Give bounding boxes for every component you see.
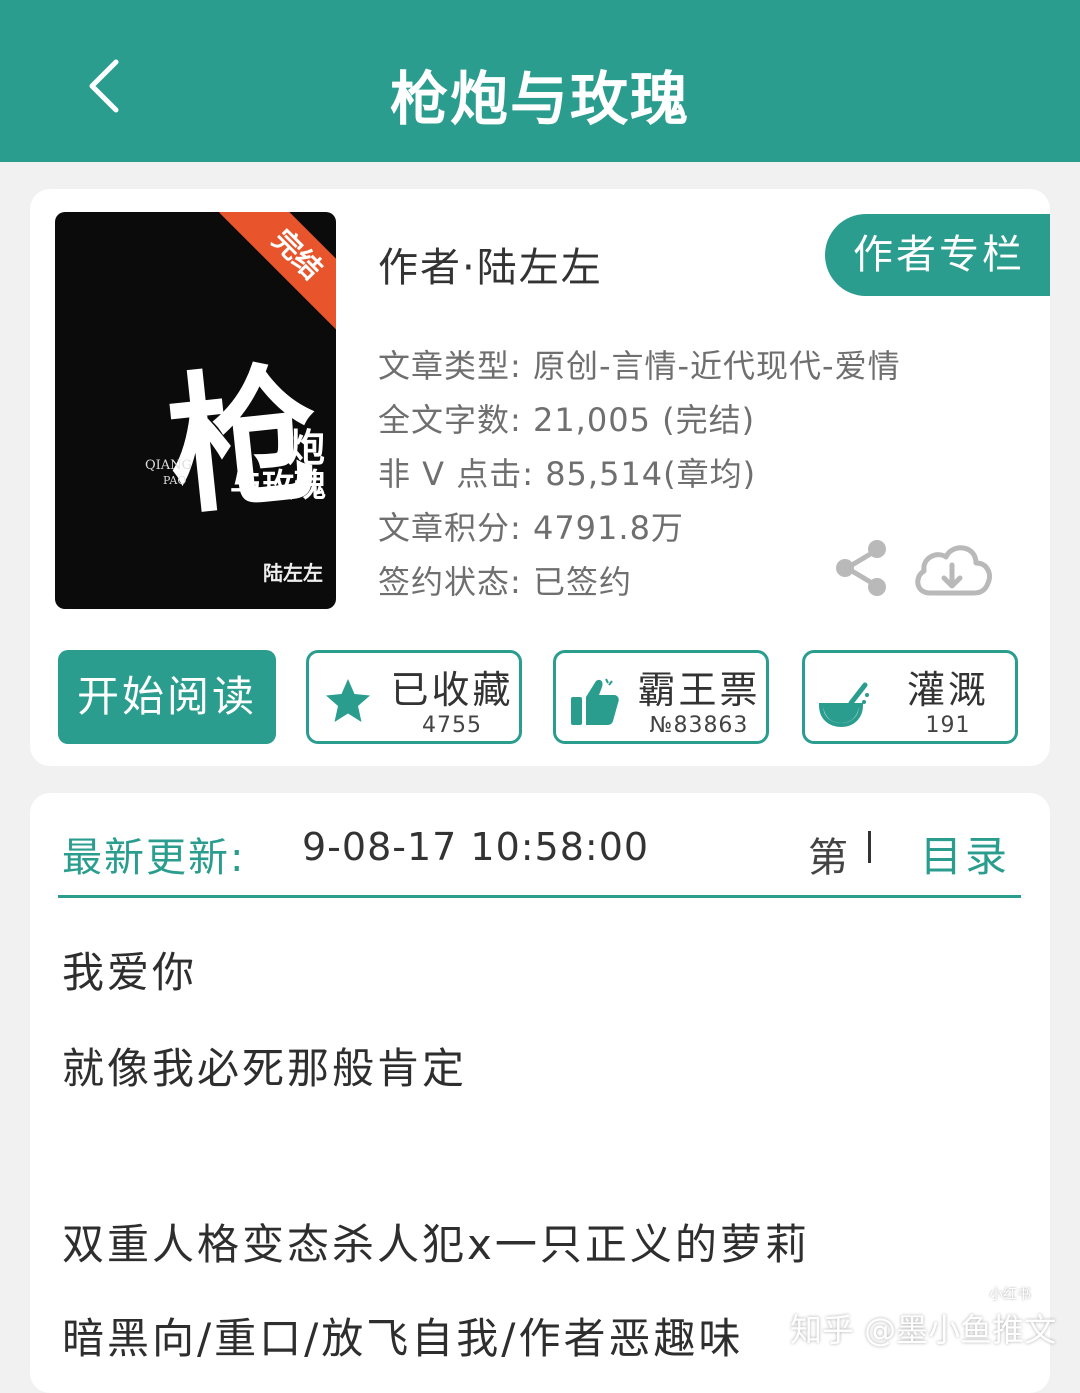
page-title: 枪炮与玫瑰 (389, 65, 690, 133)
divider (868, 831, 871, 863)
share-icon[interactable] (833, 538, 889, 598)
meta-genre: 文章类型: 原创-言情-近代现代-爱情 (378, 347, 901, 385)
cover-title-line: 与玫瑰 (230, 466, 327, 504)
catalog-link[interactable]: 目录 (920, 823, 1010, 884)
description-line: 暗黑向/重口/放飞自我/作者恶趣味 (62, 1314, 744, 1363)
chapter-indicator: 第 (808, 835, 848, 881)
tyrant-ticket-label: 霸王票 (637, 668, 761, 712)
irrigate-count: 191 (925, 713, 971, 738)
meta-clicks: 非 V 点击: 85,514(章均) (378, 455, 757, 493)
description-line: 我爱你 (62, 948, 198, 997)
thumbs-up-icon (571, 678, 619, 725)
section-divider (58, 895, 1021, 898)
tyrant-ticket-count: №83863 (649, 713, 749, 738)
meta-score: 文章积分: 4791.8万 (378, 509, 684, 547)
irrigate-button[interactable]: 灌溉 191 (802, 650, 1018, 744)
book-info-card: 完结 枪 炮 与玫瑰 QIANG PAO 陆左左 作者·陆左左 作者专栏 文章类… (30, 189, 1050, 766)
top-bar: 枪炮与玫瑰 (0, 0, 1080, 162)
tyrant-ticket-button[interactable]: 霸王票 №83863 (553, 650, 769, 744)
latest-update-time[interactable]: 9-08-17 10:58:00 (302, 825, 649, 869)
author-column-button[interactable]: 作者专栏 (825, 214, 1050, 296)
cover-author: 陆左左 (263, 561, 323, 585)
download-icon[interactable] (910, 537, 994, 601)
favorite-label: 已收藏 (390, 668, 514, 712)
description-line: 就像我必死那般肯定 (62, 1044, 468, 1093)
summary-card: 最新更新: 9-08-17 10:58:00 第 目录 我爱你 就像我必死那般肯… (30, 793, 1050, 1393)
irrigate-label: 灌溉 (906, 668, 989, 712)
book-cover[interactable]: 完结 枪 炮 与玫瑰 QIANG PAO 陆左左 (55, 212, 336, 609)
favorite-button[interactable]: 已收藏 4755 (306, 650, 522, 744)
description-line: 双重人格变态杀人犯x一只正义的萝莉 (62, 1220, 810, 1269)
watering-icon (818, 682, 869, 728)
watermark: 知乎 @墨小鱼推文 (790, 1311, 1057, 1349)
author-name[interactable]: 作者·陆左左 (378, 235, 603, 293)
favorite-count: 4755 (422, 713, 482, 738)
start-reading-button[interactable]: 开始阅读 (58, 650, 276, 744)
latest-update-label: 最新更新: (62, 835, 246, 881)
cover-pinyin: QIANG (145, 458, 192, 473)
meta-word-count: 全文字数: 21,005 (完结) (378, 401, 756, 439)
meta-sign-status: 签约状态: 已签约 (378, 563, 632, 601)
cover-pinyin: PAO (163, 474, 187, 487)
star-icon (326, 679, 370, 722)
